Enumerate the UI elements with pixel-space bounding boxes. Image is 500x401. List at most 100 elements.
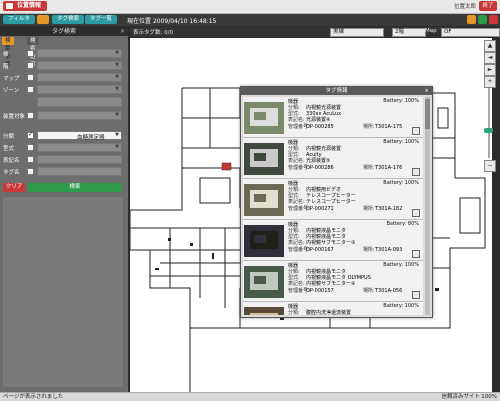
tag-search-button[interactable]: タグ検索 [52, 15, 85, 24]
tag-info-item[interactable]: 機器 Battery: 100% 分類: 内視鏡光源装置 型式: 330xx AcuLux… [243, 97, 423, 138]
tag-info-item[interactable]: 機器 Battery: 100% 分類: 内視鏡用ビデオ 型式: テレスコープヒーター 表記… [243, 179, 423, 220]
locate-icon[interactable] [412, 127, 420, 135]
popup-scrollbar[interactable] [425, 97, 430, 315]
locate-icon[interactable] [412, 168, 420, 176]
filter-checkbox[interactable] [27, 62, 34, 69]
floor-select[interactable]: 2階 [392, 28, 426, 37]
field-location: 場所:T301A-175 [363, 124, 403, 130]
zoom-in-button[interactable]: + [484, 76, 496, 88]
device-photo [244, 307, 284, 315]
filter-checkbox[interactable] [27, 168, 34, 175]
filter-select[interactable]: ▼ [37, 143, 122, 152]
tag-count: 表示タグ数: 0/0 [133, 30, 173, 36]
filter-checkbox[interactable] [27, 144, 34, 151]
battery-level: Battery: 100% [383, 98, 419, 104]
tag-kind: 機器 [288, 181, 299, 187]
pan-up-button[interactable]: ▲ [484, 40, 496, 52]
category-value: 血糖測定器 [77, 135, 105, 141]
battery-level: Battery: 100% [383, 303, 419, 309]
chevron-down-icon: ▼ [115, 144, 119, 150]
filter-select[interactable]: ▼ [37, 73, 122, 82]
zoom-out-button[interactable]: − [484, 160, 496, 172]
field-display-name: 表記名:内視鏡サブモニター③ [288, 240, 356, 246]
filter-input[interactable] [37, 167, 122, 176]
locate-icon[interactable] [412, 209, 420, 217]
field-location: 場所:T301A-176 [363, 165, 403, 171]
close-icon[interactable]: × [120, 27, 125, 36]
field-mgmt-number: 管理番号:OP-000285 [288, 124, 334, 130]
pan-left-button[interactable]: ◄ [484, 52, 496, 64]
toolbar: フィルタ タグ検索 タグ一覧 現在位置 2009/04/10 16:48:15 [0, 14, 500, 26]
filter-select[interactable]: ▼ [37, 111, 122, 120]
filter-checkbox[interactable] [27, 50, 34, 57]
filter-input[interactable] [37, 155, 122, 164]
filter-input[interactable] [37, 97, 122, 107]
logout-button[interactable]: 終了 [479, 1, 497, 11]
filter-select[interactable]: ▼ [37, 49, 122, 58]
line-type-select[interactable]: 実線 [330, 28, 384, 37]
tab-search-results[interactable]: 検索結果 [27, 37, 39, 68]
datetime: 2009/04/10 16:48:15 [152, 18, 217, 25]
filter-checkbox-checked[interactable]: ✓ [27, 131, 34, 139]
tag-info-item[interactable]: 機器 Battery: 80% 分類: 内視鏡液晶モニタ 型式: 内視鏡液晶モニタ 表記名:… [243, 220, 423, 261]
battery-level: Battery: 100% [383, 139, 419, 145]
tag-info-list: 機器 Battery: 100% 分類: 内視鏡光源装置 型式: 330xx AcuLux… [243, 97, 423, 315]
filter-button[interactable]: フィルタ [3, 15, 35, 24]
locate-icon[interactable] [412, 291, 420, 299]
close-icon[interactable]: × [424, 87, 429, 95]
map-select[interactable]: OF [441, 28, 500, 37]
chevron-down-icon: ▼ [115, 62, 119, 68]
tag-search-panel: タグ検索 × 検索条件 検索結果 棟 ▼ 階 ▼ マップ ▼ ゾーン ▼ 装置対… [0, 27, 128, 392]
tab-search-conditions[interactable]: 検索条件 [2, 37, 14, 68]
field-location: 場所:T301A-182 [363, 206, 403, 212]
locate-icon[interactable] [412, 250, 420, 258]
filter-select[interactable]: ▼ [37, 85, 122, 94]
field-mgmt-number: 管理番号:OP-000271 [288, 206, 334, 212]
filter-checkbox[interactable] [27, 112, 34, 119]
user-name: 位置太郎 [453, 4, 476, 10]
filter-select[interactable]: ▼ [37, 61, 122, 70]
zoom-control: ▲ ◄ ► + − [483, 40, 496, 190]
filter-row-zone: ゾーン ▼ [0, 84, 128, 95]
green-square-button[interactable] [478, 15, 487, 24]
filter-row-category: 分類 ✓ 血糖測定器 ▼ [0, 130, 128, 141]
filter-select[interactable]: 血糖測定器 ▼ [37, 131, 122, 141]
tag-info-item[interactable]: 機器Battery: 100%分類:腹腔内洗浄還流装置型式:ナイアグラ・ハイフロ… [243, 302, 423, 315]
tag-info-item[interactable]: 機器 Battery: 100% 分類: 内視鏡光源装置 型式: Acuity 表記名:光源… [243, 138, 423, 179]
red-square-button[interactable] [489, 15, 498, 24]
tag-kind: 機器 [288, 304, 299, 310]
orange-square-button[interactable] [467, 15, 476, 24]
pan-right-button[interactable]: ► [484, 64, 496, 76]
filter-label: 表記名 [3, 158, 20, 164]
chevron-down-icon: ▼ [115, 112, 119, 118]
filter-checkbox[interactable] [27, 74, 34, 81]
field-display-name: 表記名:内視鏡サブモニター④ [288, 281, 356, 287]
app-title-button[interactable]: 位置情報 [3, 1, 48, 11]
field-location: 場所:T301A-056 [363, 288, 403, 294]
clear-button[interactable]: クリア [3, 183, 25, 192]
filter-row-zone-extra [0, 96, 128, 108]
filter-checkbox[interactable] [27, 86, 34, 93]
panel-title: タグ検索 [51, 28, 76, 35]
tag-info-item[interactable]: 機器 Battery: 100% 分類: 内視鏡液晶モニタ 型式: 内視鏡液晶モニタ OL… [243, 261, 423, 302]
filter-row-device: 装置対象 ▼ [0, 110, 128, 121]
position-label: 現在位置 [127, 18, 152, 25]
orange-toggle-button[interactable] [37, 15, 49, 24]
tag-kind: 機器 [288, 263, 299, 269]
filter-row-display-name: 表記名 [0, 154, 128, 165]
scrollbar-thumb[interactable] [425, 99, 430, 129]
search-button[interactable]: 検索 [28, 183, 122, 192]
battery-level: Battery: 100% [383, 262, 419, 268]
map-label: Map [425, 28, 437, 34]
zoom-slider[interactable] [488, 88, 490, 158]
popup-header: タグ情報 × [241, 87, 432, 95]
filter-row-tag-name: タグ名 [0, 166, 128, 177]
field-display-name: 表記名:テレスコープヒーター [288, 199, 356, 205]
filter-row-floor: 階 ▼ [0, 60, 128, 71]
popup-title: タグ情報 [325, 88, 348, 94]
filter-checkbox[interactable] [27, 156, 34, 163]
field-mgmt-number: 管理番号:OP-000157 [288, 288, 334, 294]
tag-list-button[interactable]: タグ一覧 [85, 15, 118, 24]
filter-label: 分類 [3, 134, 15, 140]
zoom-slider-handle[interactable] [484, 128, 493, 133]
